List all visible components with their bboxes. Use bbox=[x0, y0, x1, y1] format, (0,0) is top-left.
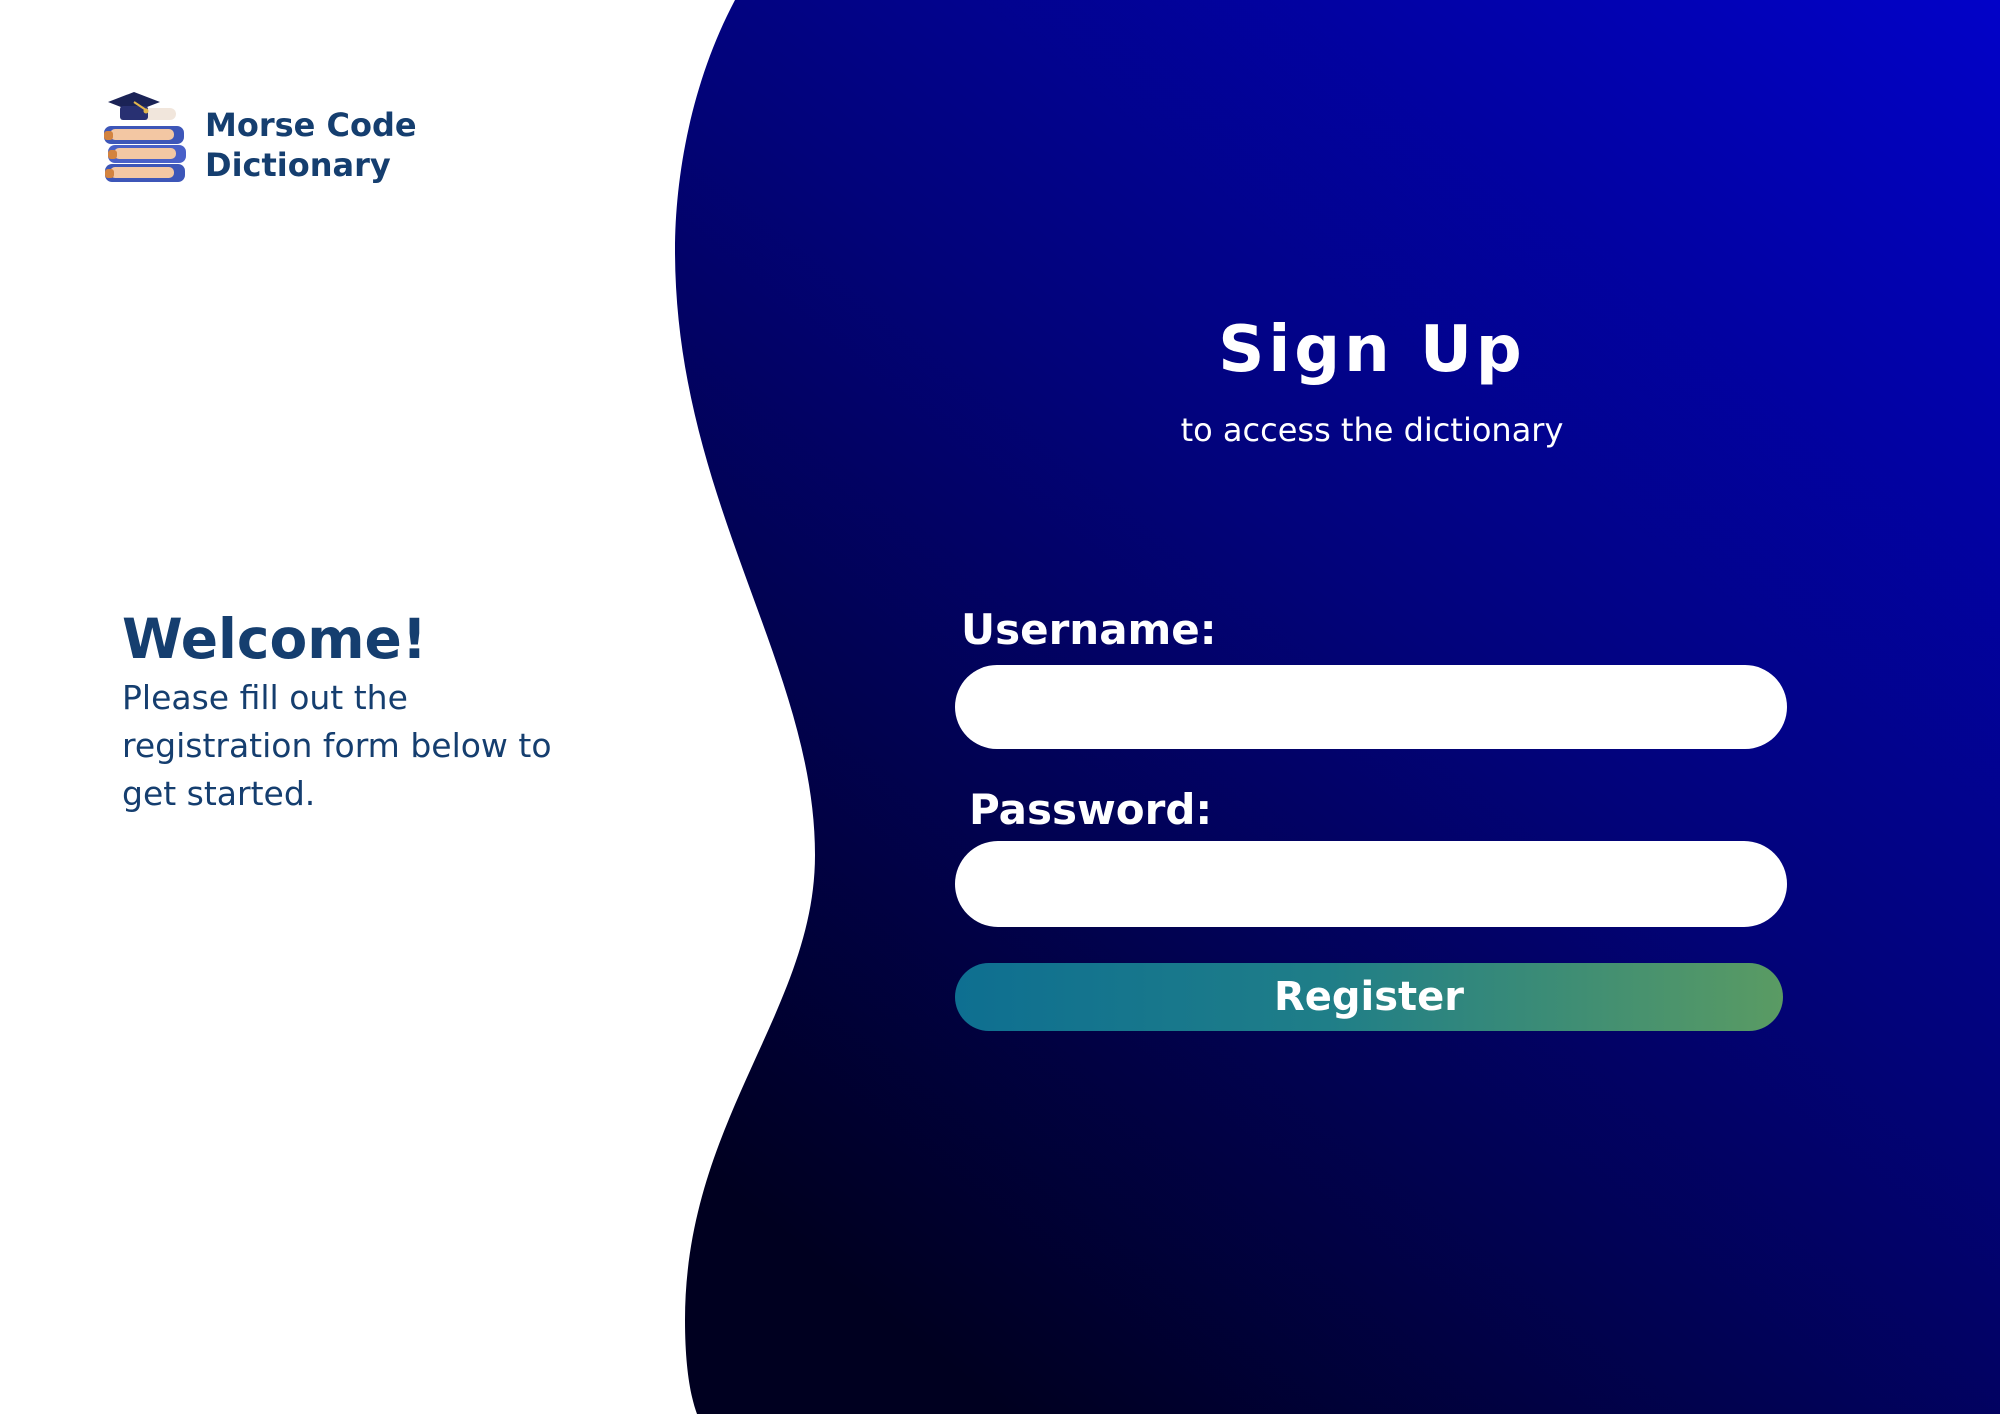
signup-subtitle: to access the dictionary bbox=[1180, 411, 1564, 449]
welcome-section: Welcome! Please fill out the registratio… bbox=[122, 604, 562, 818]
register-button[interactable]: Register bbox=[955, 963, 1783, 1031]
brand-name-line1: Morse Code bbox=[205, 106, 417, 144]
brand-name: Morse Code Dictionary bbox=[205, 105, 417, 185]
signup-title: Sign Up bbox=[1218, 313, 1526, 387]
password-label: Password: bbox=[969, 785, 1213, 834]
brand-name-line2: Dictionary bbox=[205, 146, 391, 184]
password-input[interactable] bbox=[955, 841, 1787, 927]
username-input[interactable] bbox=[955, 665, 1787, 749]
welcome-title: Welcome! bbox=[122, 607, 427, 671]
username-label: Username: bbox=[961, 605, 1217, 654]
welcome-text: Please fill out the registration form be… bbox=[122, 678, 552, 813]
brand-logo: Morse Code Dictionary bbox=[102, 92, 422, 192]
books-with-graduation-cap-icon bbox=[104, 92, 186, 182]
